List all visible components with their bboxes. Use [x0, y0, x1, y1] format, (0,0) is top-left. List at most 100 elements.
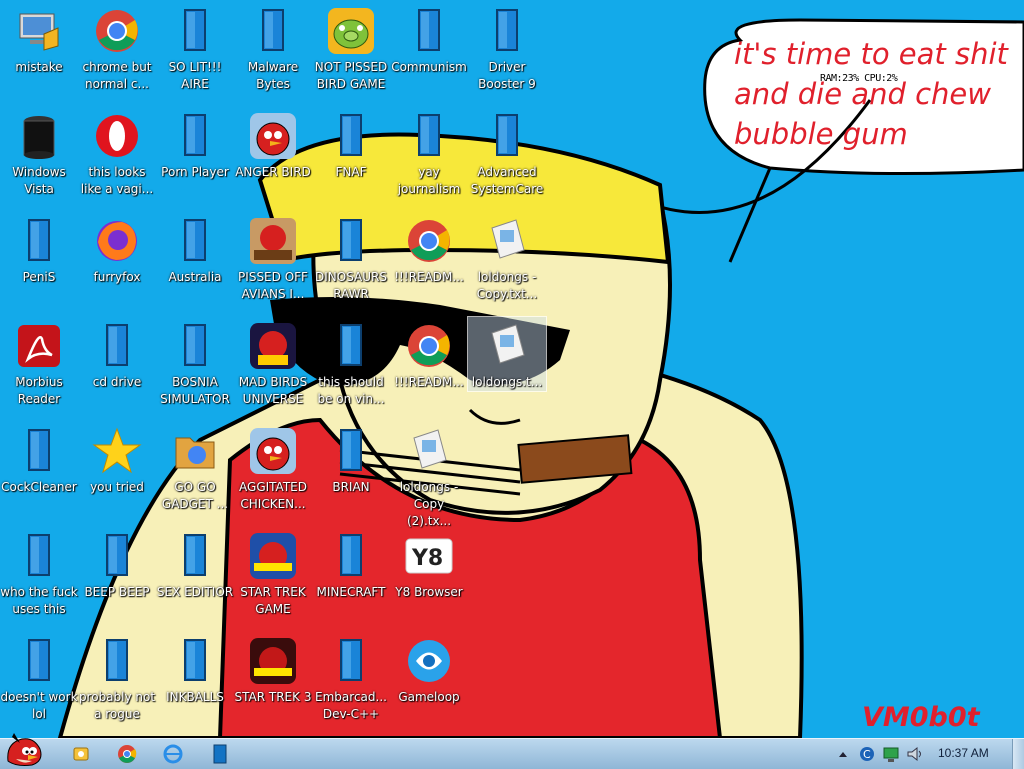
desktop-icon[interactable]: Embarcad... Dev-C++	[312, 632, 390, 723]
desktop-icon[interactable]: chrome but normal c...	[78, 2, 156, 93]
app-icon	[482, 6, 532, 56]
desktop-icon-label: loldongs - Copy.txt...	[476, 270, 538, 301]
angry-birds-star-wars-icon	[248, 531, 298, 581]
computer-icon	[14, 6, 64, 56]
desktop-icon-label: !!!READM...	[394, 270, 464, 284]
chrome-taskbar-button[interactable]	[114, 742, 140, 766]
angry-birds-seasons-icon	[248, 216, 298, 266]
desktop-icon[interactable]: INKBALLS	[156, 632, 234, 706]
star-icon	[92, 426, 142, 476]
desktop-icon[interactable]: BRIAN	[312, 422, 390, 496]
angry-bird-icon	[248, 426, 298, 476]
desktop-icon-label: NOT PISSED BIRD GAME	[314, 60, 388, 91]
tray-ccleaner[interactable]: C	[858, 744, 876, 764]
desktop-icon-label: Malware Bytes	[247, 60, 299, 91]
tray-network[interactable]	[882, 744, 900, 764]
app-icon	[170, 321, 220, 371]
speech-bubble-text: it's time to eat shit and die and chew b…	[734, 34, 1024, 154]
desktop-icon[interactable]: who the fuck uses this	[0, 527, 78, 618]
taskbar-clock[interactable]: 10:37 AM	[938, 746, 989, 760]
desktop-icon[interactable]: doesn't work lol	[0, 632, 78, 723]
app-icon	[326, 216, 376, 266]
opera-icon	[92, 111, 142, 161]
desktop-icon[interactable]: BEEP BEEP	[78, 527, 156, 601]
desktop-icon-label: ANGER BIRD	[235, 165, 311, 179]
desktop-icon[interactable]: ANGER BIRD	[234, 107, 312, 181]
desktop-icon[interactable]: this looks like a vagi...	[78, 107, 156, 198]
desktop-icon[interactable]: Windows Vista	[0, 107, 78, 198]
app-icon	[326, 111, 376, 161]
desktop-icon-label: mistake	[15, 60, 63, 74]
desktop-icon-label: Driver Booster 9	[478, 60, 536, 91]
desktop-icon[interactable]: FNAF	[312, 107, 390, 181]
desktop-icon[interactable]: DINOSAURS RAWR	[312, 212, 390, 303]
start-button[interactable]	[2, 731, 46, 769]
ie-icon	[163, 744, 183, 764]
desktop-icon-label: BOSNIA SIMULATOR	[160, 375, 230, 406]
desktop-icon[interactable]: loldongs.t...	[467, 316, 547, 392]
desktop-icon[interactable]: cd drive	[78, 317, 156, 391]
desktop-icon[interactable]: STAR TREK 3	[234, 632, 312, 706]
desktop-icon[interactable]: Gameloop	[390, 632, 468, 706]
desktop-icon[interactable]: you tried	[78, 422, 156, 496]
angry-bird-icon	[248, 111, 298, 161]
desktop-icon[interactable]: furryfox	[78, 212, 156, 286]
desktop-icon[interactable]: CockCleaner	[0, 422, 78, 496]
desktop-icon[interactable]: PeniS	[0, 212, 78, 286]
show-desktop-button[interactable]	[1012, 739, 1024, 769]
desktop-icon[interactable]: MAD BIRDS UNIVERSE	[234, 317, 312, 408]
desktop-icon-label: DINOSAURS RAWR	[315, 270, 387, 301]
desktop-icon-label: cd drive	[92, 375, 142, 389]
desktop-icon-label: BRIAN	[332, 480, 370, 494]
desktop-icon[interactable]: AGGITATED CHICKEN...	[234, 422, 312, 513]
desktop-icon[interactable]: loldongs - Copy.txt...	[468, 212, 546, 303]
app-icon	[170, 636, 220, 686]
desktop-icon[interactable]: Driver Booster 9	[468, 2, 546, 93]
app-icon	[14, 216, 64, 266]
desktop-icon[interactable]: Morbius Reader	[0, 317, 78, 408]
tray-volume[interactable]	[906, 744, 924, 764]
tray-arrow[interactable]	[838, 744, 848, 764]
desktop-icon[interactable]: Malware Bytes	[234, 2, 312, 93]
desktop-icon[interactable]: loldongs - Copy (2).tx...	[390, 422, 468, 530]
desktop-icon-label: SEX EDITIOR	[156, 585, 234, 599]
desktop-icon[interactable]: STAR TREK GAME	[234, 527, 312, 618]
desktop-icon[interactable]: Communism	[390, 2, 468, 76]
ie-taskbar-button[interactable]	[160, 742, 186, 766]
app-taskbar-button[interactable]	[206, 742, 232, 766]
desktop-icon-label: PISSED OFF AVIANS I...	[238, 270, 308, 301]
desktop-icon[interactable]: yay journalism	[390, 107, 468, 198]
wallpaper-signature: VM0b0t	[862, 702, 980, 733]
desktop-icon[interactable]: mistake	[0, 2, 78, 76]
chrome-icon	[404, 216, 454, 266]
desktop-icon-label: MAD BIRDS UNIVERSE	[238, 375, 308, 406]
desktop-icon[interactable]: probably not a rogue	[78, 632, 156, 723]
desktop-icon-label: Gameloop	[398, 690, 460, 704]
desktop-icon[interactable]: this should be on vin...	[312, 317, 390, 408]
desktop-icon-label: probably not a rogue	[78, 690, 156, 721]
desktop-icon[interactable]: BOSNIA SIMULATOR	[156, 317, 234, 408]
explorer-taskbar-button[interactable]	[68, 742, 94, 766]
taskbar: C 10:37 AM	[0, 733, 1024, 769]
desktop-icon[interactable]: PISSED OFF AVIANS I...	[234, 212, 312, 303]
desktop-icon[interactable]: Porn Player	[156, 107, 234, 181]
desktop-icon[interactable]: Advanced SystemCare	[468, 107, 546, 198]
desktop-icon[interactable]: GO GO GADGET ...	[156, 422, 234, 513]
desktop-icon[interactable]: SEX EDITIOR	[156, 527, 234, 601]
desktop-icon[interactable]: !!!READM...	[390, 317, 468, 391]
desktop-icon-label: this should be on vin...	[317, 375, 385, 406]
desktop-icon-label: who the fuck uses this	[0, 585, 78, 616]
desktop-icon[interactable]: SO LIT!!! AIRE	[156, 2, 234, 93]
desktop-icon[interactable]: NOT PISSED BIRD GAME	[312, 2, 390, 93]
desktop-icon[interactable]: !!!READM...	[390, 212, 468, 286]
angry-bird-start-icon	[7, 733, 42, 766]
desktop-icon[interactable]: MINECRAFT	[312, 527, 390, 601]
gameloop-icon	[404, 636, 454, 686]
desktop-icon[interactable]: Y8 Y8 Browser	[390, 527, 468, 601]
speech-line-1: it's time to eat shit	[734, 37, 1008, 71]
app-icon	[404, 111, 454, 161]
desktop-icon-label: !!!READM...	[394, 375, 464, 389]
desktop-icon[interactable]: Australia	[156, 212, 234, 286]
app-icon	[92, 321, 142, 371]
app-icon	[326, 321, 376, 371]
